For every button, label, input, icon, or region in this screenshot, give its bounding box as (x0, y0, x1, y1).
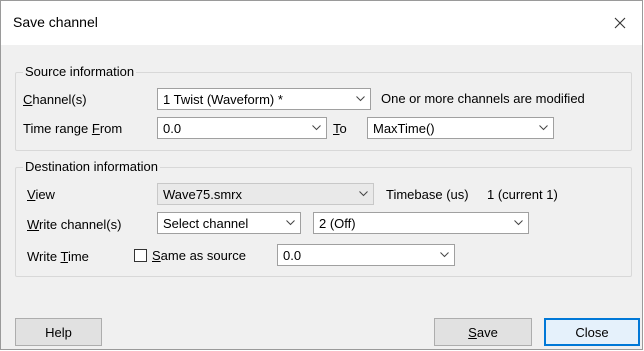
dialog-title: Save channel (13, 14, 98, 30)
chevron-down-icon (533, 118, 553, 138)
close-button-label: Close (575, 324, 609, 340)
chevron-down-icon (350, 89, 370, 109)
save-button-label: Save (468, 324, 498, 340)
write-channel-label: Write channel(s) (27, 217, 122, 232)
write-channel-mode-value: Select channel (163, 215, 249, 231)
source-information-group (15, 72, 632, 151)
same-as-source-label[interactable]: Same as source (152, 248, 246, 263)
chevron-down-icon (434, 245, 454, 265)
write-channel-mode-dropdown[interactable]: Select channel (157, 212, 301, 234)
write-channel-dropdown[interactable]: 2 (Off) (313, 212, 529, 234)
chevron-down-icon (353, 184, 373, 204)
close-button[interactable]: Close (544, 318, 640, 346)
timebase-label: Timebase (us) (386, 187, 469, 202)
time-range-label: Time range From (23, 121, 123, 136)
from-value: 0.0 (163, 120, 182, 136)
view-value: Wave75.smrx (163, 186, 242, 202)
help-button-label: Help (45, 324, 72, 340)
same-as-source-checkbox[interactable] (134, 249, 147, 262)
title-bar: Save channel (1, 1, 642, 45)
channel-dropdown[interactable]: 1 Twist (Waveform) * (157, 88, 371, 110)
help-button[interactable]: Help (15, 318, 102, 346)
view-label: View (27, 187, 55, 202)
write-channel-value: 2 (Off) (319, 215, 356, 231)
write-time-value: 0.0 (283, 247, 302, 263)
from-dropdown[interactable]: 0.0 (157, 117, 327, 139)
write-time-label: Write Time (27, 249, 89, 264)
channel-value: 1 Twist (Waveform) * (163, 91, 283, 107)
destination-information-label: Destination information (23, 159, 160, 174)
source-information-label: Source information (23, 64, 137, 79)
to-value: MaxTime() (373, 120, 435, 136)
close-icon[interactable] (608, 11, 632, 35)
save-channel-dialog: Save channel Source information Channel(… (0, 0, 643, 350)
chevron-down-icon (280, 213, 300, 233)
chevron-down-icon (306, 118, 326, 138)
chevron-down-icon (508, 213, 528, 233)
view-dropdown[interactable]: Wave75.smrx (157, 183, 374, 205)
write-time-dropdown[interactable]: 0.0 (277, 244, 455, 266)
timebase-value: 1 (current 1) (487, 187, 558, 202)
modified-note: One or more channels are modified (381, 91, 585, 106)
save-button[interactable]: Save (434, 318, 532, 346)
to-dropdown[interactable]: MaxTime() (367, 117, 554, 139)
to-label: To (333, 121, 347, 136)
channel-label: Channel(s) (23, 92, 87, 107)
